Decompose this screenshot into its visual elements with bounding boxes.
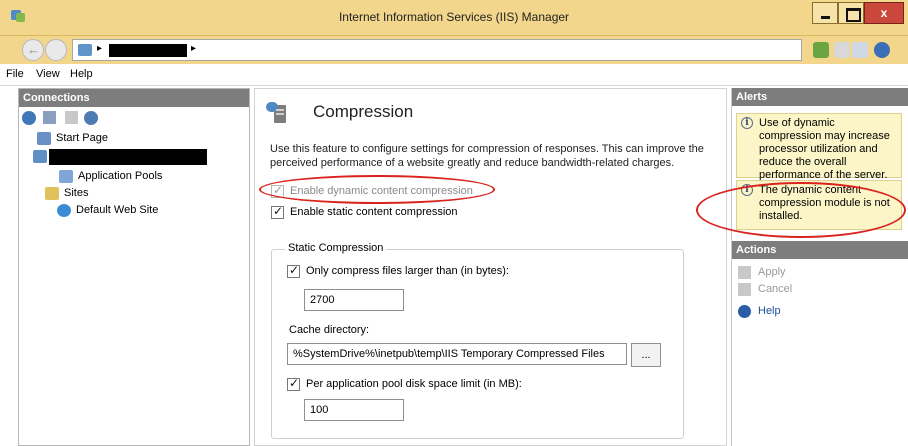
tree-item-label: Sites xyxy=(64,187,89,199)
page-title: Compression xyxy=(313,102,414,121)
cancel-icon xyxy=(738,283,751,296)
connections-toolbar xyxy=(19,107,249,129)
globe-icon xyxy=(57,204,71,217)
checkbox-box[interactable] xyxy=(287,263,300,278)
address-bar: ▸ ▸ xyxy=(0,36,908,64)
browse-button[interactable]: ... xyxy=(631,343,661,367)
title-bar: Internet Information Services (IIS) Mana… xyxy=(0,0,908,36)
breadcrumb-separator[interactable]: ▸ xyxy=(191,43,196,54)
page-description: Use this feature to configure settings f… xyxy=(270,143,704,169)
connections-panel: Connections Start Page Application Pools… xyxy=(18,88,250,446)
checkbox-box[interactable] xyxy=(271,183,284,198)
checkbox-box[interactable] xyxy=(287,376,300,391)
back-button[interactable] xyxy=(22,39,44,61)
action-label: Apply xyxy=(758,266,786,278)
redacted-server-name xyxy=(109,44,187,57)
apply-icon xyxy=(738,266,751,279)
dynamic-compression-label: Enable dynamic content compression xyxy=(290,185,473,197)
pool-limit-label: Per application pool disk space limit (i… xyxy=(306,378,522,390)
help-icon[interactable] xyxy=(874,42,890,58)
min-size-input[interactable]: 2700 xyxy=(304,289,404,311)
tree-item-server[interactable] xyxy=(27,149,207,165)
tree-item-label: Start Page xyxy=(56,132,108,144)
save-icon[interactable] xyxy=(43,111,56,124)
alert-text: Use of dynamic compression may increase … xyxy=(759,117,890,181)
alert-module-not-installed: i The dynamic content compression module… xyxy=(736,180,902,230)
home-icon[interactable] xyxy=(852,42,868,58)
window-title: Internet Information Services (IIS) Mana… xyxy=(338,10,570,24)
sites-folder-icon xyxy=(45,187,59,200)
maximize-button[interactable] xyxy=(838,2,864,24)
up-icon[interactable] xyxy=(65,111,78,124)
menu-bar: File View Help xyxy=(0,64,908,86)
alerts-header: Alerts xyxy=(732,88,908,106)
connections-header: Connections xyxy=(19,89,249,107)
computer-icon xyxy=(78,44,92,56)
minimize-button[interactable] xyxy=(812,2,838,24)
group-title: Static Compression xyxy=(285,242,387,254)
application-pools-icon xyxy=(59,170,73,183)
menu-help[interactable]: Help xyxy=(70,68,93,80)
server-icon xyxy=(33,150,47,163)
disconnect-icon[interactable] xyxy=(84,111,98,125)
start-page-icon xyxy=(37,132,51,145)
info-icon: i xyxy=(741,117,753,129)
tree-item-label: Default Web Site xyxy=(76,204,159,216)
static-compression-label: Enable static content compression xyxy=(290,206,458,218)
tree-item-label: Application Pools xyxy=(78,170,163,182)
compression-icon xyxy=(266,102,286,123)
stop-icon[interactable] xyxy=(834,42,850,58)
cache-directory-label: Cache directory: xyxy=(289,324,370,336)
close-button[interactable]: x xyxy=(864,2,904,24)
forward-button[interactable] xyxy=(45,39,67,61)
menu-file[interactable]: File xyxy=(6,68,24,80)
info-icon: i xyxy=(741,184,753,196)
close-icon: x xyxy=(880,6,888,20)
alert-text: The dynamic content compression module i… xyxy=(759,184,890,222)
alerts-actions-panel: Alerts i Use of dynamic compression may … xyxy=(731,88,908,446)
cache-directory-input[interactable]: %SystemDrive%\inetpub\temp\IIS Temporary… xyxy=(287,343,627,365)
checkbox-box[interactable] xyxy=(271,204,284,219)
breadcrumb-separator[interactable]: ▸ xyxy=(97,43,102,54)
help-icon xyxy=(738,305,751,318)
menu-view[interactable]: View xyxy=(36,68,60,80)
alert-dynamic-compression: i Use of dynamic compression may increas… xyxy=(736,113,902,181)
redacted-server-name xyxy=(49,149,207,165)
connect-icon[interactable] xyxy=(22,111,36,125)
action-label: Cancel xyxy=(758,283,793,295)
actions-header: Actions xyxy=(732,241,908,259)
pool-limit-input[interactable]: 100 xyxy=(304,399,404,421)
action-label: Help xyxy=(758,305,781,317)
refresh-icon[interactable] xyxy=(813,42,829,58)
compression-feature-page: Compression Use this feature to configur… xyxy=(254,88,727,446)
address-field[interactable]: ▸ ▸ xyxy=(72,39,802,61)
only-larger-label: Only compress files larger than (in byte… xyxy=(306,265,509,277)
